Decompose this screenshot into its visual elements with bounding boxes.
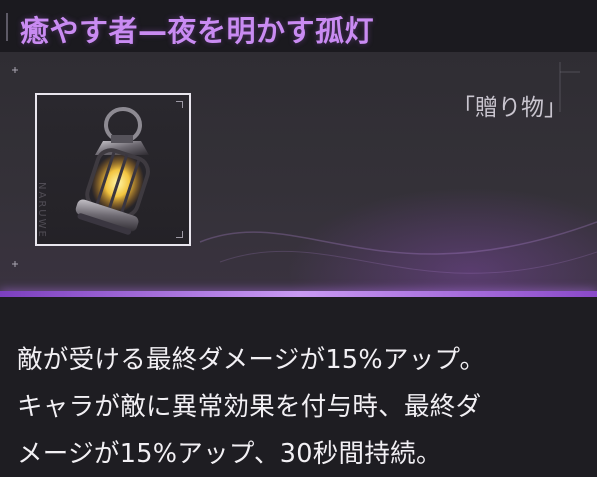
item-category: 「贈り物」 (452, 95, 567, 121)
title-header: 癒やす者—夜を明かす孤灯 (0, 0, 597, 52)
item-description: 敵が受ける最終ダメージが15%アップ。 キャラが敵に異常効果を付与時、最終ダ メ… (0, 297, 597, 477)
item-icon-frame[interactable] (35, 93, 191, 246)
description-line: メージが15%アップ、30秒間持続。 (17, 439, 442, 469)
description-line: 敵が受ける最終ダメージが15%アップ。 (17, 345, 486, 375)
item-side-text: NARUWE (36, 182, 47, 239)
item-title: 癒やす者—夜を明かす孤灯 (20, 14, 375, 48)
frame-corner-mark (176, 231, 183, 238)
description-line: キャラが敵に異常効果を付与時、最終ダ (17, 392, 482, 422)
frame-corner-mark (176, 101, 183, 108)
header-divider (6, 13, 8, 41)
lantern-icon (75, 107, 150, 235)
item-card: 「贈り物」 NARUWE (0, 52, 597, 296)
